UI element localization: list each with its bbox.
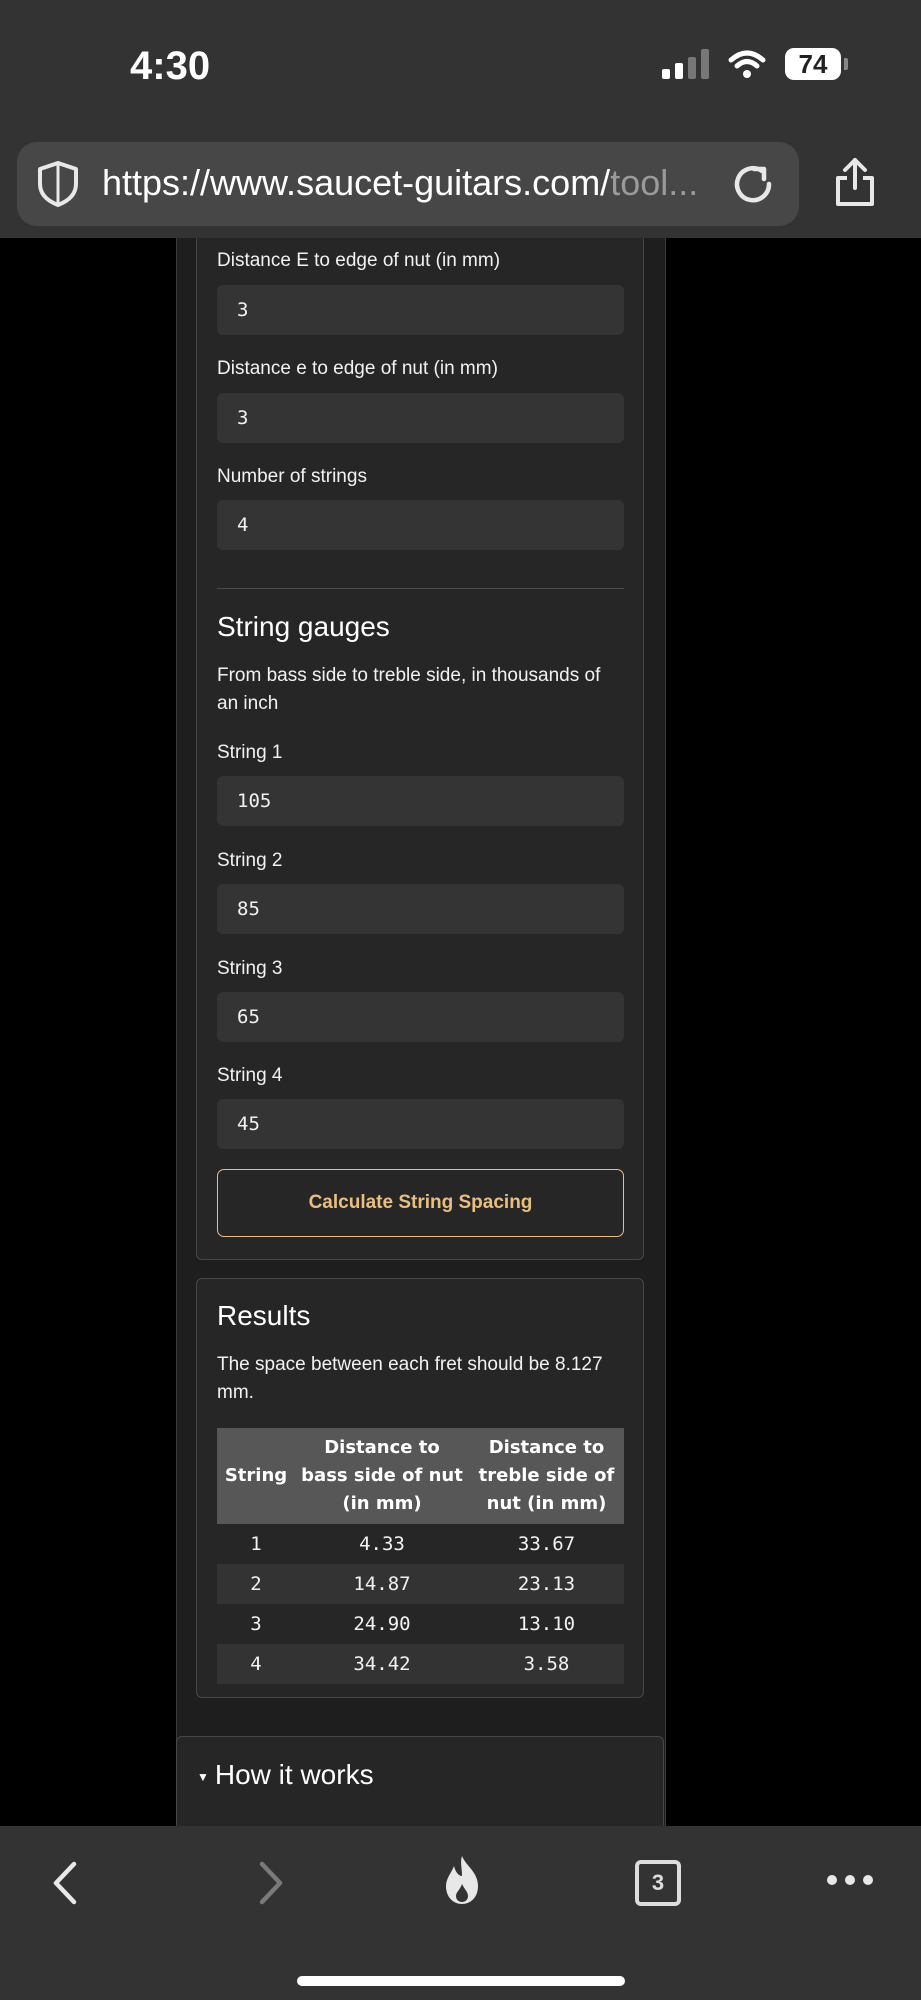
browser-bottom-toolbar: 3: [0, 1826, 921, 2000]
url-main: https://www.saucet-guitars.com/: [102, 162, 611, 203]
table-cell: 3: [250, 1613, 262, 1635]
tab-count: 3: [635, 1860, 681, 1906]
divider: [217, 588, 624, 589]
wifi-icon: [728, 50, 766, 78]
results-table: String Distance to bass side of nut (in …: [217, 1428, 624, 1684]
column-header: Distance to treble side of nut (in mm): [469, 1428, 624, 1524]
string-1-label: String 1: [217, 742, 283, 763]
string-3-label: String 3: [217, 958, 283, 979]
url-bar[interactable]: https://www.saucet-guitars.com/tool...: [17, 142, 799, 226]
table-cell: 34.42: [295, 1644, 469, 1684]
browser-top-bar: 4:30 74 https://www.saucet-guitars.com/t…: [0, 0, 921, 238]
table-cell: 24.90: [353, 1613, 411, 1635]
table-row: 1 4.33 33.67: [217, 1524, 624, 1564]
how-it-works-toggle[interactable]: ▼ How it works: [197, 1759, 374, 1791]
reload-icon[interactable]: [729, 160, 777, 208]
table-header-row: String Distance to bass side of nut (in …: [217, 1428, 624, 1524]
distance-e-label: Distance e to edge of nut (in mm): [217, 358, 498, 379]
table-cell: 1: [250, 1533, 262, 1555]
battery-icon: 74: [785, 48, 848, 80]
table-row: 3 24.90 13.10: [217, 1604, 624, 1644]
home-indicator: [297, 1976, 625, 1986]
column-header: String: [217, 1428, 295, 1524]
more-icon[interactable]: [826, 1874, 874, 1886]
string-4-label: String 4: [217, 1065, 283, 1086]
share-icon[interactable]: [832, 156, 878, 208]
forward-icon[interactable]: [256, 1860, 286, 1906]
string-3-input[interactable]: 65: [217, 992, 624, 1042]
status-time: 4:30: [130, 44, 211, 88]
table-cell: 4: [217, 1644, 295, 1684]
results-heading: Results: [217, 1300, 311, 1331]
url-rest: tool...: [610, 162, 699, 203]
results-text: The space between each fret should be 8.…: [217, 1354, 603, 1403]
table-cell: 14.87: [295, 1564, 469, 1604]
url-text[interactable]: https://www.saucet-guitars.com/tool...: [102, 162, 732, 204]
string-2-label: String 2: [217, 850, 283, 871]
flame-icon[interactable]: [442, 1854, 482, 1906]
string-gauges-description: From bass side to treble side, in thousa…: [217, 665, 601, 714]
how-it-works-label: How it works: [214, 1759, 374, 1790]
table-cell: 2: [217, 1564, 295, 1604]
column-header: Distance to bass side of nut (in mm): [295, 1428, 469, 1524]
table-cell: 3.58: [469, 1644, 624, 1684]
status-icons: 74: [662, 48, 848, 80]
disclosure-triangle-icon: ▼: [197, 1769, 209, 1784]
calculate-button[interactable]: Calculate String Spacing: [217, 1169, 624, 1237]
string-gauges-heading: String gauges: [217, 611, 390, 642]
table-cell: 33.67: [517, 1533, 576, 1555]
signal-icon: [662, 49, 709, 79]
distance-E-label: Distance E to edge of nut (in mm): [217, 250, 501, 271]
string-2-input[interactable]: 85: [217, 884, 624, 934]
num-strings-input[interactable]: 4: [217, 500, 624, 550]
string-1-input[interactable]: 105: [217, 776, 624, 826]
table-row: 4 34.42 3.58: [217, 1644, 624, 1684]
shield-icon[interactable]: [35, 160, 81, 208]
num-strings-label: Number of strings: [217, 466, 367, 487]
back-icon[interactable]: [50, 1860, 80, 1906]
table-row: 2 14.87 23.13: [217, 1564, 624, 1604]
table-cell: 23.13: [469, 1564, 624, 1604]
table-cell: 4.33: [359, 1533, 405, 1555]
tabs-icon[interactable]: 3: [635, 1860, 681, 1906]
string-4-input[interactable]: 45: [217, 1099, 624, 1149]
distance-E-input[interactable]: 3: [217, 285, 624, 335]
table-cell: 13.10: [517, 1613, 576, 1635]
distance-e-input[interactable]: 3: [217, 393, 624, 443]
